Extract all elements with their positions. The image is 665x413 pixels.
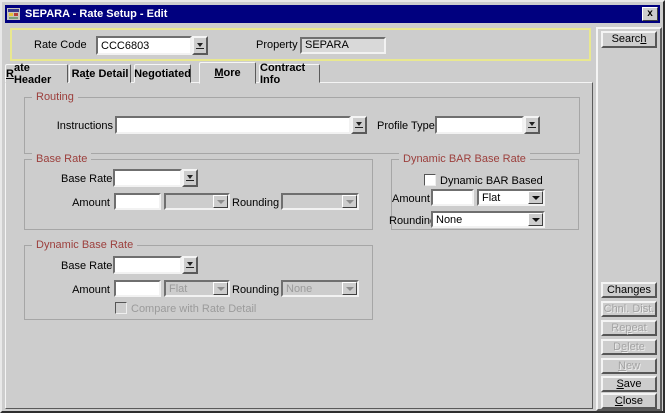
rate-code-combobox[interactable]: CCC6803: [96, 36, 208, 55]
dynamic-base-rounding-combobox[interactable]: None: [281, 280, 359, 297]
window-title: SEPARA - Rate Setup - Edit: [25, 8, 638, 20]
title-bar: SEPARA - Rate Setup - Edit x: [5, 5, 660, 23]
dynamic-bar-rounding-dropdown-icon[interactable]: [528, 213, 543, 226]
dynamic-bar-amount-label: Amount: [392, 193, 428, 206]
dynamic-bar-rounding-label: Rounding: [389, 215, 428, 228]
dynamic-base-amount-type-value: Flat: [166, 282, 213, 295]
profile-type-label: Profile Type: [377, 120, 431, 133]
profile-type-value[interactable]: [435, 116, 524, 134]
dynamic-bar-rounding-value: None: [433, 213, 528, 226]
base-rate-rounding-value: [283, 195, 342, 208]
rate-code-value[interactable]: CCC6803: [96, 36, 192, 55]
dynamic-base-amount-type-dropdown-icon[interactable]: [213, 282, 228, 295]
instructions-dropdown-icon[interactable]: [351, 116, 367, 134]
dynamic-base-rounding-label: Rounding: [232, 284, 278, 297]
tab-rate-header[interactable]: Rate Header: [5, 64, 68, 83]
base-rate-value[interactable]: [113, 169, 182, 187]
dynamic-base-group-title: Dynamic Base Rate: [32, 239, 137, 251]
rate-code-label: Rate Code: [34, 39, 87, 52]
app-icon: [7, 7, 21, 21]
delete-button[interactable]: Delete: [601, 339, 657, 355]
base-rate-rounding-dropdown-icon[interactable]: [342, 195, 357, 208]
dynamic-bar-based-checkbox[interactable]: [424, 174, 436, 186]
base-rate-amount-field[interactable]: [114, 193, 161, 210]
base-rate-combobox[interactable]: [113, 169, 198, 187]
channel-distribution-button[interactable]: Chnl. Dist.: [601, 301, 657, 317]
dynamic-bar-amount-type-combobox[interactable]: Flat: [477, 189, 545, 206]
rate-code-dropdown-icon[interactable]: [192, 36, 208, 55]
search-button[interactable]: Search: [601, 31, 657, 48]
side-button-panel: Search Changes Chnl. Dist. Repeat Delete…: [596, 27, 662, 411]
tab-contract-info[interactable]: Contract Info: [259, 64, 320, 83]
property-label: Property: [256, 39, 298, 52]
new-button[interactable]: New: [601, 358, 657, 374]
dynamic-base-rounding-dropdown-icon[interactable]: [342, 282, 357, 295]
base-rate-amount-label: Amount: [63, 197, 110, 210]
instructions-value[interactable]: [115, 116, 351, 134]
dynamic-base-amount-field[interactable]: [114, 280, 161, 297]
tab-rate-detail[interactable]: Rate Detail: [69, 64, 131, 83]
property-field[interactable]: SEPARA: [300, 37, 386, 54]
routing-group: Routing Instructions Profile Type: [24, 97, 580, 154]
base-rate-group: Base Rate Base Rate Amount Rounding: [24, 159, 373, 230]
dynamic-bar-based-label: Dynamic BAR Based: [440, 175, 543, 188]
base-rate-rounding-combobox[interactable]: [281, 193, 359, 210]
base-rate-group-title: Base Rate: [32, 153, 91, 165]
more-tab-panel: Routing Instructions Profile Type Base R…: [5, 82, 593, 409]
routing-group-title: Routing: [32, 91, 78, 103]
rate-setup-window: SEPARA - Rate Setup - Edit x Rate Code C…: [0, 0, 665, 413]
dynamic-base-rate-value[interactable]: [113, 256, 182, 274]
compare-with-rate-detail-checkbox[interactable]: [115, 302, 127, 314]
instructions-label: Instructions: [41, 120, 113, 133]
base-rate-label: Base Rate: [61, 173, 108, 186]
tab-more[interactable]: More: [199, 62, 256, 84]
dynamic-bar-amount-field[interactable]: [431, 189, 474, 206]
base-rate-amount-type-dropdown-icon[interactable]: [213, 195, 228, 208]
profile-type-dropdown-icon[interactable]: [524, 116, 540, 134]
dynamic-bar-amount-type-dropdown-icon[interactable]: [528, 191, 543, 204]
close-button[interactable]: Close: [601, 393, 657, 409]
rate-code-header-box: Rate Code CCC6803 Property SEPARA: [10, 28, 591, 61]
tab-negotiated[interactable]: Negotiated: [134, 64, 191, 83]
base-rate-dropdown-icon[interactable]: [182, 169, 198, 187]
save-button[interactable]: Save: [601, 376, 657, 392]
instructions-combobox[interactable]: [115, 116, 367, 134]
dynamic-base-rate-dropdown-icon[interactable]: [182, 256, 198, 274]
dynamic-bar-base-rate-group: Dynamic BAR Base Rate Dynamic BAR Based …: [391, 159, 579, 230]
dynamic-base-rate-group: Dynamic Base Rate Base Rate Amount Flat …: [24, 245, 373, 320]
compare-with-rate-detail-label: Compare with Rate Detail: [131, 303, 256, 316]
base-rate-rounding-label: Rounding: [232, 197, 278, 210]
changes-button[interactable]: Changes: [601, 282, 657, 298]
dynamic-bar-group-title: Dynamic BAR Base Rate: [399, 153, 530, 165]
profile-type-combobox[interactable]: [435, 116, 540, 134]
base-rate-amount-type-combobox[interactable]: [164, 193, 230, 210]
dynamic-bar-amount-type-value: Flat: [479, 191, 528, 204]
dynamic-base-rounding-value: None: [283, 282, 342, 295]
dynamic-base-rate-label: Base Rate: [61, 260, 108, 273]
base-rate-amount-type-value: [166, 195, 213, 208]
dynamic-base-amount-label: Amount: [63, 284, 110, 297]
window-close-button[interactable]: x: [642, 7, 658, 21]
dynamic-base-amount-type-combobox[interactable]: Flat: [164, 280, 230, 297]
dynamic-bar-rounding-combobox[interactable]: None: [431, 211, 545, 228]
repeat-button[interactable]: Repeat: [601, 320, 657, 336]
dynamic-base-rate-combobox[interactable]: [113, 256, 198, 274]
